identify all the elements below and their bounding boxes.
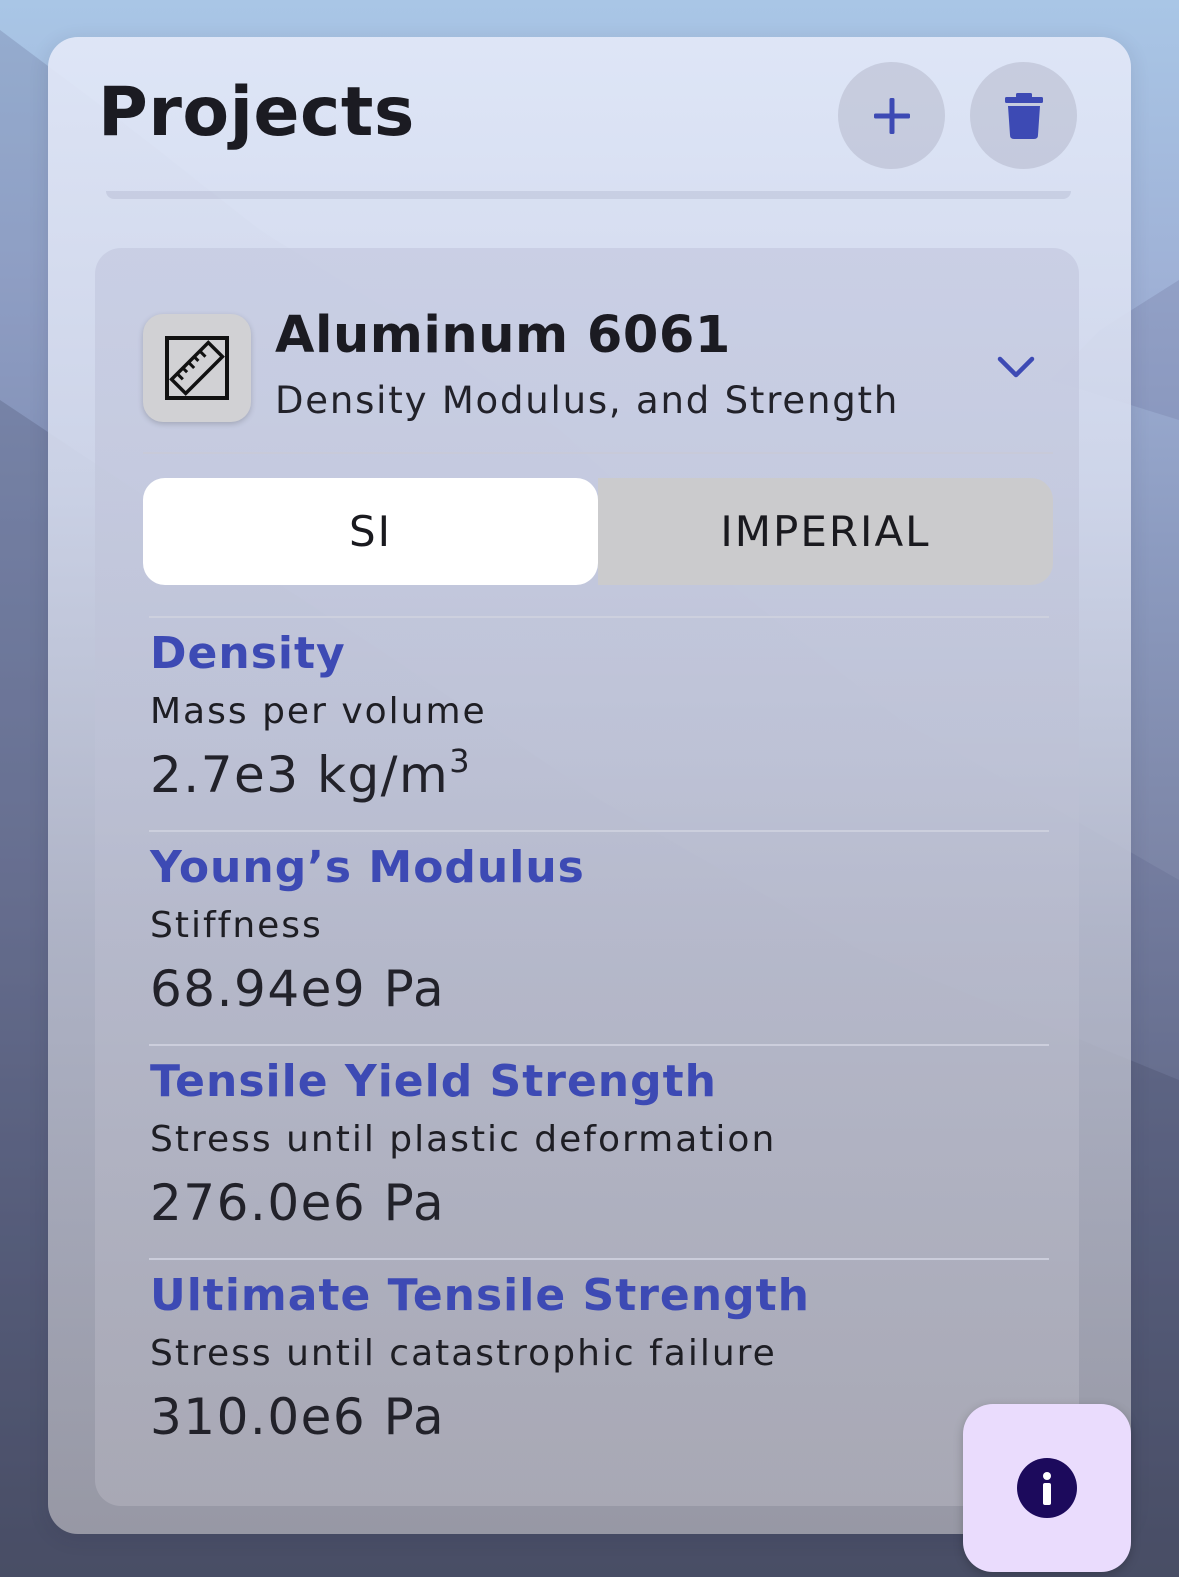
property-density: Density Mass per volume 2.7e3 kg/m3 <box>149 616 1049 830</box>
projects-panel: Projects Aluminum 6061 Density Modulus, … <box>48 37 1131 1534</box>
property-description: Stiffness <box>150 905 323 946</box>
unit-option-si[interactable]: SI <box>143 478 598 585</box>
info-button[interactable] <box>963 1404 1131 1572</box>
info-icon <box>1017 1458 1077 1518</box>
property-value: 2.7e3 kg/m3 <box>150 742 471 804</box>
property-youngs-modulus: Young’s Modulus Stiffness 68.94e9 Pa <box>149 830 1049 1044</box>
material-name: Aluminum 6061 <box>275 306 731 365</box>
property-tensile-yield-strength: Tensile Yield Strength Stress until plas… <box>149 1044 1049 1258</box>
property-value-text: 2.7e3 kg/m <box>150 746 450 804</box>
page-title: Projects <box>98 73 415 152</box>
property-value-exponent: 3 <box>449 742 472 780</box>
card-divider <box>143 452 1053 454</box>
property-description: Mass per volume <box>150 691 487 732</box>
property-description: Stress until catastrophic failure <box>150 1333 777 1374</box>
property-ultimate-tensile-strength: Ultimate Tensile Strength Stress until c… <box>149 1258 1049 1472</box>
unit-option-imperial[interactable]: IMPERIAL <box>598 478 1053 585</box>
material-card: Aluminum 6061 Density Modulus, and Stren… <box>95 248 1079 1506</box>
property-value: 68.94e9 Pa <box>150 960 446 1018</box>
property-name: Tensile Yield Strength <box>150 1056 717 1107</box>
property-list: Density Mass per volume 2.7e3 kg/m3 Youn… <box>149 616 1049 1472</box>
add-project-button[interactable] <box>838 62 945 169</box>
property-name: Density <box>150 628 346 679</box>
property-value: 310.0e6 Pa <box>150 1388 446 1446</box>
property-description: Stress until plastic deformation <box>150 1119 777 1160</box>
chevron-down-icon <box>997 356 1035 378</box>
property-name: Young’s Modulus <box>150 842 585 893</box>
property-name: Ultimate Tensile Strength <box>150 1270 810 1321</box>
unit-system-toggle: SI IMPERIAL <box>143 478 1053 585</box>
expand-button[interactable] <box>991 346 1041 388</box>
property-value: 276.0e6 Pa <box>150 1174 446 1232</box>
delete-project-button[interactable] <box>970 62 1077 169</box>
ruler-icon <box>165 336 229 400</box>
material-icon-tile <box>143 314 251 422</box>
material-subtitle: Density Modulus, and Strength <box>275 379 900 422</box>
trash-icon <box>1004 92 1043 139</box>
plus-icon <box>873 97 910 134</box>
header-divider <box>106 191 1071 199</box>
